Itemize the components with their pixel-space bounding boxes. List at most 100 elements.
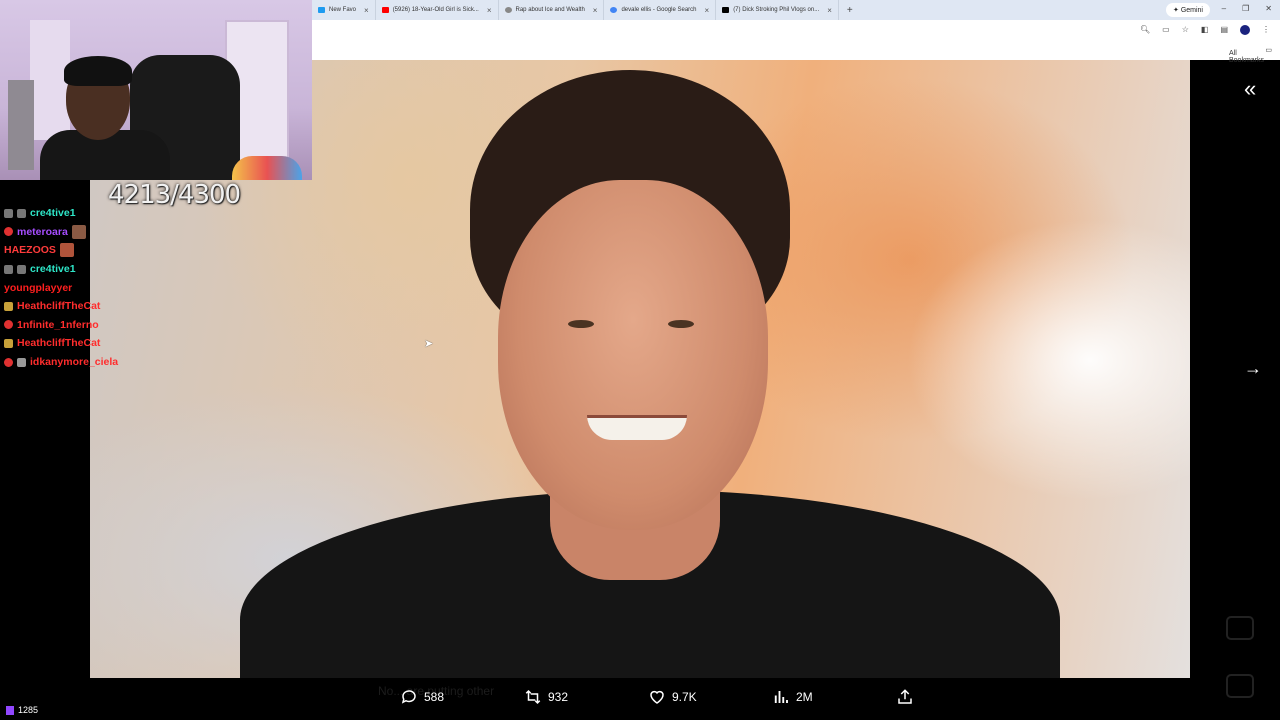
- chat-username[interactable]: HeathcliffTheCat: [17, 300, 100, 312]
- gemini-button[interactable]: ✦ Gemini: [1166, 3, 1210, 17]
- badge-icon: [17, 208, 26, 218]
- close-icon[interactable]: ×: [487, 6, 492, 15]
- chat-username[interactable]: 1nfinite_1nferno: [17, 319, 99, 331]
- tab-favicon-icon: [318, 7, 325, 13]
- youtube-icon: [381, 7, 389, 13]
- chat-message: cre4tive1: [4, 204, 304, 223]
- webcam-furniture: [8, 80, 34, 170]
- all-bookmarks-link[interactable]: ▭ All Bookmarks: [1229, 46, 1272, 64]
- extensions-icon[interactable]: ◧: [1201, 25, 1209, 35]
- sidebar-icon[interactable]: ▤: [1220, 25, 1228, 35]
- photo-face: [498, 180, 768, 530]
- browser-tab[interactable]: New Favo ×: [312, 0, 376, 20]
- mail-icon: [1226, 674, 1254, 698]
- restore-icon[interactable]: ❐: [1242, 4, 1249, 13]
- chat-message: cre4tive1: [4, 260, 304, 279]
- close-icon[interactable]: ×: [593, 6, 598, 15]
- emote-icon: [71, 224, 86, 239]
- view-count: 2M: [796, 690, 813, 704]
- chat-message: idkanymore_ciela: [4, 353, 304, 372]
- post-actions: 588 932 9.7K 2M: [400, 688, 1020, 706]
- chat-message: HeathcliffTheCat: [4, 297, 304, 316]
- chat-message: youngplayyer: [4, 278, 304, 297]
- share-icon: [898, 689, 912, 704]
- gemini-label: Gemini: [1180, 7, 1203, 14]
- close-icon[interactable]: ×: [705, 6, 710, 15]
- tab-title: devale ellis - Google Search: [621, 7, 697, 13]
- chat-username[interactable]: idkanymore_ciela: [30, 356, 118, 368]
- chat-username[interactable]: cre4tive1: [30, 207, 76, 219]
- viewer-count: 1285: [6, 705, 38, 715]
- chat-bubble-icon: [1226, 616, 1254, 640]
- webcam-toy: [232, 156, 302, 180]
- badge-icon: [17, 357, 26, 367]
- heart-icon: [650, 690, 664, 704]
- window-controls: – ❐ ✕: [1222, 4, 1272, 13]
- zoom-icon[interactable]: 🔍︎: [1140, 25, 1150, 35]
- x-logo-icon: [722, 7, 730, 13]
- chat-username[interactable]: youngplayyer: [4, 282, 72, 294]
- stream-chat: cre4tive1 meteroara HAEZOOS cre4tive1 yo…: [4, 204, 304, 371]
- badge-icon: [4, 338, 13, 348]
- cast-icon[interactable]: ▭: [1162, 25, 1170, 35]
- views-button[interactable]: 2M: [772, 688, 896, 706]
- badge-icon: [4, 208, 13, 218]
- badge-icon: [4, 320, 13, 330]
- tab-title: (5926) 18-Year-Old Girl is Sick...: [392, 7, 479, 13]
- all-bookmarks-label: All Bookmarks: [1229, 50, 1265, 64]
- badge-icon: [17, 264, 26, 274]
- repost-button[interactable]: 932: [524, 688, 648, 706]
- chat-username[interactable]: meteroara: [17, 226, 68, 238]
- emote-icon: [59, 243, 74, 258]
- browser-tab[interactable]: (7) Dick Stroking Phil Vlogs on... ×: [716, 0, 839, 20]
- double-chevron-left-icon[interactable]: «: [1244, 76, 1256, 102]
- twitch-icon: [6, 705, 14, 715]
- chat-username[interactable]: HeathcliffTheCat: [17, 337, 100, 349]
- tab-bar: New Favo × (5926) 18-Year-Old Girl is Sic…: [312, 0, 1280, 20]
- google-icon: [610, 7, 618, 13]
- badge-icon: [4, 227, 13, 237]
- like-button[interactable]: 9.7K: [648, 688, 772, 706]
- close-window-icon[interactable]: ✕: [1265, 4, 1272, 13]
- minimize-icon[interactable]: –: [1222, 4, 1226, 13]
- badge-icon: [4, 357, 13, 367]
- tab-title: New Favo: [329, 7, 357, 13]
- new-tab-button[interactable]: +: [839, 5, 861, 16]
- close-icon[interactable]: ×: [364, 6, 369, 15]
- chat-username[interactable]: cre4tive1: [30, 263, 76, 275]
- photo-eye: [668, 320, 694, 328]
- badge-icon: [4, 301, 13, 311]
- photo-eye: [568, 320, 594, 328]
- badge-icon: [4, 264, 13, 274]
- browser-tab[interactable]: devale ellis - Google Search ×: [604, 0, 717, 20]
- like-count: 9.7K: [672, 690, 697, 704]
- star-icon[interactable]: ☆: [1182, 25, 1189, 35]
- reply-count: 588: [424, 690, 445, 704]
- photo-smile: [587, 415, 687, 440]
- share-button[interactable]: [896, 688, 1020, 706]
- bookmarks-bar: ▭ All Bookmarks: [312, 42, 1280, 64]
- mouse-cursor-icon: ➤: [424, 338, 434, 350]
- arrow-right-icon[interactable]: →: [1244, 358, 1262, 379]
- repost-count: 932: [548, 690, 569, 704]
- chat-message: meteroara: [4, 223, 304, 242]
- webcam-feed: [0, 0, 312, 180]
- chat-username[interactable]: HAEZOOS: [4, 244, 56, 256]
- chat-message: HAEZOOS: [4, 241, 304, 260]
- reply-button[interactable]: 588: [400, 688, 524, 706]
- browser-toolbar: 🔍︎ ▭ ☆ ◧ ▤ ⋮: [312, 20, 1280, 42]
- profile-avatar[interactable]: [1240, 25, 1250, 35]
- close-icon[interactable]: ×: [827, 6, 832, 15]
- browser-tab[interactable]: Rap about Ice and Wealth ×: [499, 0, 605, 20]
- browser-tab[interactable]: (5926) 18-Year-Old Girl is Sick... ×: [376, 0, 499, 20]
- streamer-hair: [64, 56, 132, 86]
- repost-icon: [525, 689, 541, 705]
- tab-title: (7) Dick Stroking Phil Vlogs on...: [733, 7, 820, 13]
- tab-title: Rap about Ice and Wealth: [515, 7, 585, 13]
- menu-icon[interactable]: ⋮: [1262, 25, 1270, 35]
- chat-icon: [504, 7, 512, 13]
- chat-message: 1nfinite_1nferno: [4, 316, 304, 335]
- reply-icon: [401, 690, 416, 704]
- bar-chart-icon: [774, 691, 788, 703]
- chat-message: HeathcliffTheCat: [4, 334, 304, 353]
